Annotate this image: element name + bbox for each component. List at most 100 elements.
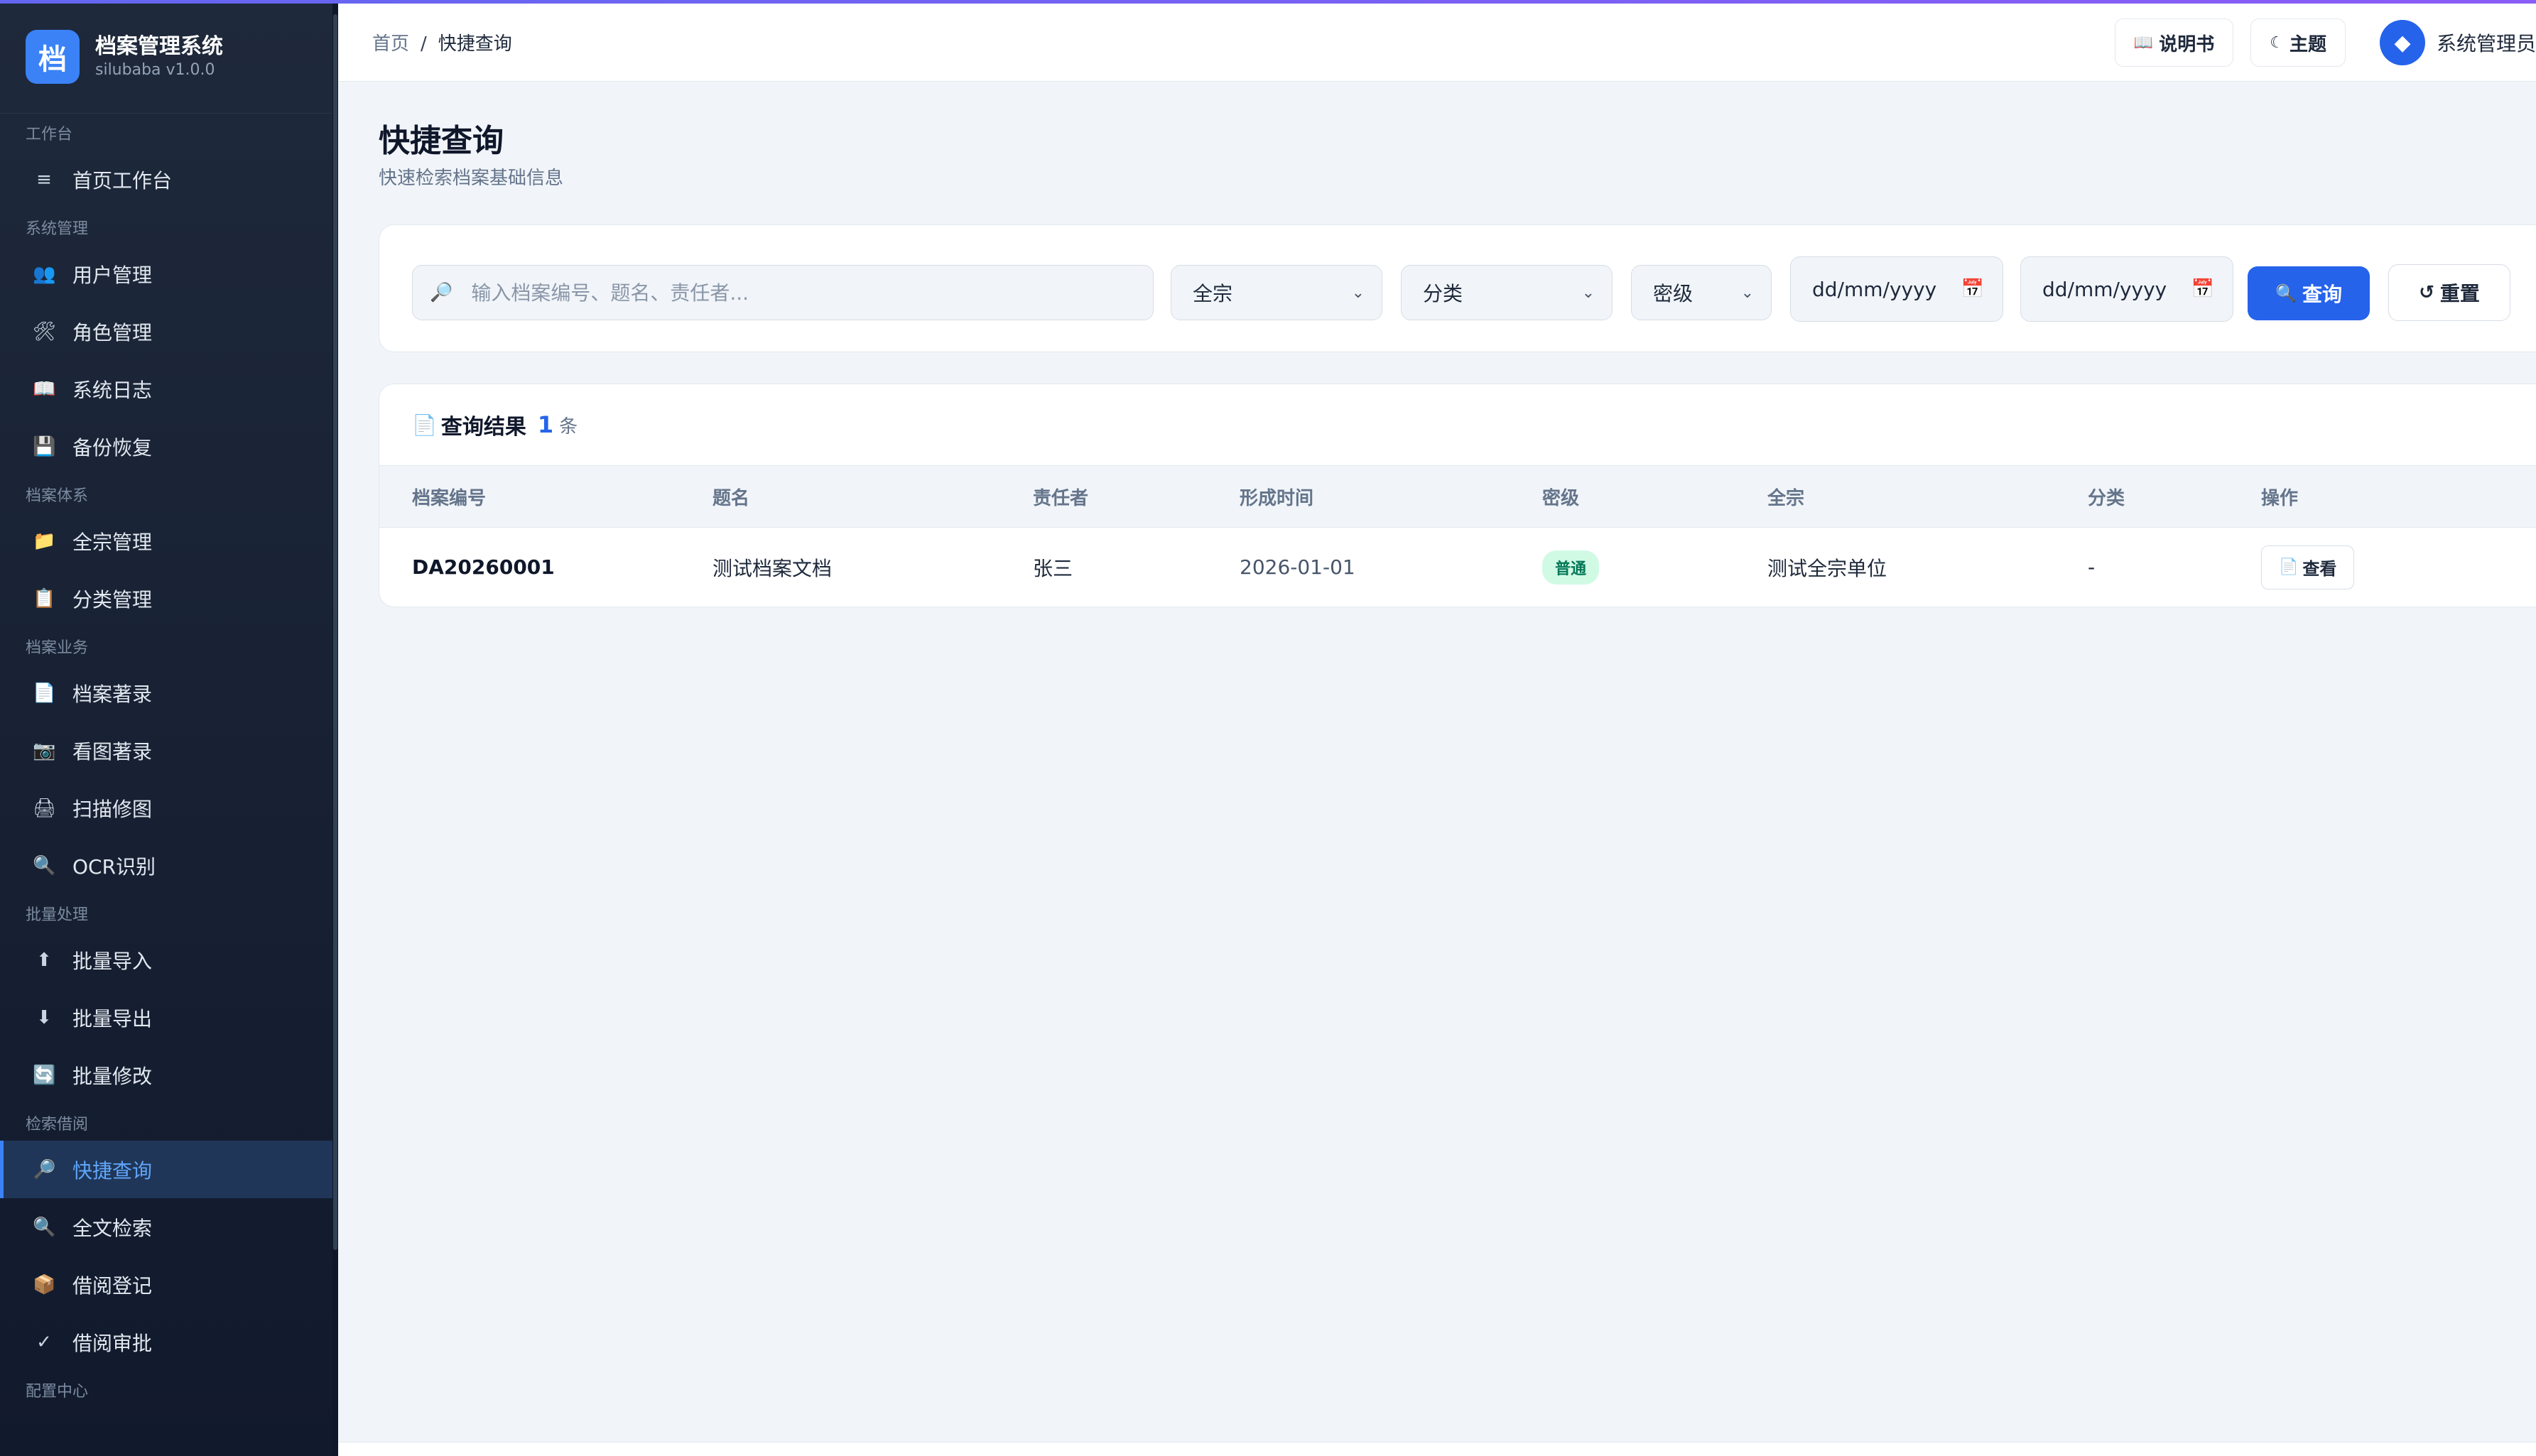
avatar: ◆ [2379, 20, 2425, 65]
table-row: DA20260001 测试档案文档 张三 2026-01-01 普通 测试全宗单… [379, 528, 2536, 607]
page-title: 快捷查询 [379, 123, 504, 159]
column-header: 密级 [1542, 487, 1580, 509]
chevron-down-icon: ⌄ [1581, 283, 1595, 302]
sidebar-item-batch-export[interactable]: ⬇ 批量导出 [0, 989, 338, 1046]
package-icon: 📦 [33, 1273, 56, 1295]
sidebar-item-borrow-register[interactable]: 📦 借阅登记 [0, 1256, 338, 1313]
sidebar-item-cataloging[interactable]: 📄 档案著录 [0, 664, 338, 722]
date-to-input[interactable]: dd/mm/yyyy 📅 [2020, 256, 2233, 322]
nav-group-config: 配置中心 [26, 1383, 89, 1401]
filter-card: 🔎 全宗 ⌄ 分类 ⌄ 密级 ⌄ dd/mm/yyyy 📅 dd/mm/yyyy… [379, 224, 2536, 352]
sidebar-item-label: 全宗管理 [72, 530, 153, 554]
sidebar-item-image-cataloging[interactable]: 📷 看图著录 [0, 722, 338, 779]
sidebar-item-label: 首页工作台 [72, 168, 173, 192]
moon-icon: ☾ [2270, 33, 2284, 52]
fonds-cell: 测试全宗单位 [1767, 556, 1887, 580]
users-icon: 👥 [33, 263, 56, 285]
secret-level-select[interactable]: 密级 ⌄ [1631, 265, 1772, 320]
sidebar-item-label: 系统日志 [72, 378, 153, 402]
search-box[interactable]: 🔎 [412, 265, 1154, 320]
reset-button[interactable]: ↺ 重置 [2388, 264, 2510, 321]
reset-icon: ↺ [2419, 282, 2434, 303]
query-button-label: 查询 [2302, 283, 2342, 306]
sidebar-item-label: 档案著录 [72, 682, 153, 706]
sidebar-item-fonds[interactable]: 📁 全宗管理 [0, 512, 338, 570]
breadcrumb: 首页 / 快捷查询 [372, 29, 512, 55]
app-version: silubaba v1.0.0 [95, 60, 215, 79]
result-header: 📄 查询结果 1 条 [379, 384, 2536, 465]
calendar-icon[interactable]: 📅 [2191, 278, 2214, 300]
sidebar-item-batch-modify[interactable]: 🔄 批量修改 [0, 1046, 338, 1104]
sidebar-item-home[interactable]: ≡ 首页工作台 [0, 151, 338, 208]
breadcrumb-current: 快捷查询 [438, 33, 512, 55]
tools-icon: 🛠 [33, 320, 57, 342]
sidebar: 档 档案管理系统 silubaba v1.0.0 工作台 ≡ 首页工作台 系统管… [0, 0, 338, 1456]
search-icon: 🔍 [2275, 283, 2297, 303]
result-table: 档案编号 题名 责任者 形成时间 密级 全宗 分类 操作 DA20260001 … [379, 465, 2536, 607]
user-menu[interactable]: ◆ 系统管理员 [2379, 20, 2536, 65]
arrow-up-icon: ⬆ [36, 949, 52, 971]
app-logo: 档 [26, 29, 80, 84]
theme-button[interactable]: ☾ 主题 [2250, 18, 2346, 67]
nav-group-search-borrow: 检索借阅 [26, 1116, 89, 1134]
camera-icon: 📷 [33, 739, 56, 761]
view-button[interactable]: 📄 查看 [2261, 545, 2355, 590]
sidebar-item-logs[interactable]: 📖 系统日志 [0, 360, 338, 418]
sidebar-item-scan[interactable]: 🖨 扫描修图 [0, 779, 338, 837]
nav-group-archive-business: 档案业务 [26, 639, 89, 657]
sidebar-item-label: 扫描修图 [72, 797, 153, 821]
top-header: 首页 / 快捷查询 📖 说明书 ☾ 主题 ◆ 系统管理员 [338, 4, 2536, 82]
sidebar-item-fulltext-search[interactable]: 🔍 全文检索 [0, 1198, 338, 1256]
search-icon: 🔎 [430, 282, 453, 303]
sidebar-item-label: OCR识别 [72, 854, 156, 879]
sidebar-item-label: 借阅审批 [72, 1331, 153, 1355]
sidebar-item-backup[interactable]: 💾 备份恢复 [0, 418, 338, 475]
action-cell: 📄 查看 [2261, 528, 2536, 607]
sidebar-item-users[interactable]: 👥 用户管理 [0, 245, 338, 303]
result-card: 📄 查询结果 1 条 档案编号 题名 责任者 形成时间 密级 全宗 分类 操作 … [379, 384, 2536, 607]
document-icon: 📄 [412, 413, 437, 437]
category-select-value: 分类 [1423, 282, 1463, 305]
nav-group-system: 系统管理 [26, 220, 89, 238]
book-icon: 📖 [2133, 33, 2154, 52]
brand: 档 档案管理系统 silubaba v1.0.0 [0, 0, 338, 114]
nav-group-archive-system: 档案体系 [26, 487, 89, 505]
menu-icon: ≡ [36, 168, 52, 190]
reset-button-label: 重置 [2439, 282, 2480, 305]
sidebar-item-borrow-approval[interactable]: ✓ 借阅审批 [0, 1313, 338, 1371]
breadcrumb-home[interactable]: 首页 [372, 33, 409, 55]
checkmark-icon: ✓ [36, 1331, 52, 1353]
date-from-input[interactable]: dd/mm/yyyy 📅 [1790, 256, 2003, 322]
sidebar-scrollbar[interactable] [332, 0, 338, 1456]
date-to-value: dd/mm/yyyy [2042, 277, 2167, 301]
search-input[interactable] [471, 281, 1111, 305]
sidebar-item-categories[interactable]: 📋 分类管理 [0, 570, 338, 627]
date-cell: 2026-01-01 [1240, 555, 1355, 580]
manual-button[interactable]: 📖 说明书 [2114, 18, 2234, 67]
query-button[interactable]: 🔍 查询 [2248, 266, 2370, 320]
column-header: 操作 [2261, 487, 2299, 509]
sidebar-item-label: 分类管理 [72, 587, 153, 612]
column-header: 题名 [712, 487, 750, 509]
column-header: 档案编号 [412, 487, 487, 509]
sidebar-item-quick-query[interactable]: 🔎 快捷查询 [0, 1141, 332, 1198]
column-header: 形成时间 [1240, 487, 1314, 509]
column-header: 分类 [2088, 487, 2125, 509]
magnifier-icon: 🔍 [33, 1216, 56, 1238]
folder-icon: 📁 [33, 530, 56, 552]
page-subtitle: 快速检索档案基础信息 [379, 168, 564, 189]
fonds-select-value: 全宗 [1193, 282, 1233, 305]
book-icon: 📖 [33, 378, 56, 400]
manual-label: 说明书 [2159, 33, 2215, 55]
category-select[interactable]: 分类 ⌄ [1401, 265, 1613, 320]
footer [338, 1442, 2536, 1456]
calendar-icon[interactable]: 📅 [1961, 278, 1984, 300]
sidebar-item-label: 全文检索 [72, 1216, 153, 1240]
app-title: 档案管理系统 [95, 33, 223, 59]
view-button-label: 查看 [2302, 559, 2337, 580]
fonds-select[interactable]: 全宗 ⌄ [1171, 265, 1382, 320]
sidebar-item-batch-import[interactable]: ⬆ 批量导入 [0, 931, 338, 989]
sidebar-item-ocr[interactable]: 🔍 OCR识别 [0, 837, 338, 894]
sidebar-item-roles[interactable]: 🛠 角色管理 [0, 303, 338, 360]
nav-group-workbench: 工作台 [26, 126, 73, 143]
